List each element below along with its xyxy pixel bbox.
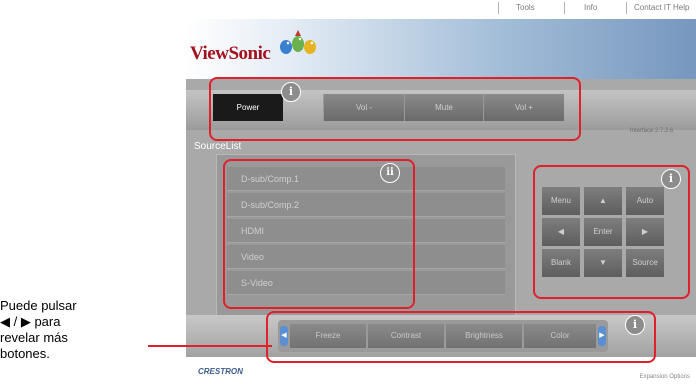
annotation-note: Puede pulsar ◀ / ▶ para revelar más boto… — [0, 298, 130, 362]
annotation-line: botones. — [0, 346, 50, 361]
divider — [498, 2, 499, 14]
info-badge-icon: i — [625, 315, 645, 335]
birds-logo-icon — [280, 30, 316, 54]
annotation-line: ◀ / ▶ para — [0, 314, 61, 329]
highlight-expansion-bar — [266, 311, 656, 363]
contact-it-help-link[interactable]: Contact IT Help — [634, 3, 689, 12]
divider — [626, 2, 627, 14]
expansion-options-link[interactable]: Expansion Options — [640, 374, 690, 380]
info-badge-icon: i — [661, 169, 681, 189]
header: ViewSonic — [186, 19, 696, 79]
annotation-line: revelar más — [0, 330, 68, 345]
divider — [564, 2, 565, 14]
interface-version: Interface 2.7.2.6 — [630, 128, 674, 134]
info-link[interactable]: Info — [584, 3, 597, 12]
annotation-line: Puede pulsar — [0, 298, 77, 313]
info-badge-ii-icon: ii — [380, 163, 400, 183]
viewsonic-logo: ViewSonic — [190, 43, 271, 64]
tools-link[interactable]: Tools — [516, 3, 535, 12]
info-badge-icon: i — [281, 82, 301, 102]
crestron-logo: CRESTRON — [198, 367, 243, 376]
highlight-power-bar — [209, 77, 581, 141]
source-list-title: SourceList — [194, 141, 242, 152]
annotation-pointer-line — [148, 345, 272, 347]
top-links: Tools Info Contact IT Help — [466, 0, 696, 16]
